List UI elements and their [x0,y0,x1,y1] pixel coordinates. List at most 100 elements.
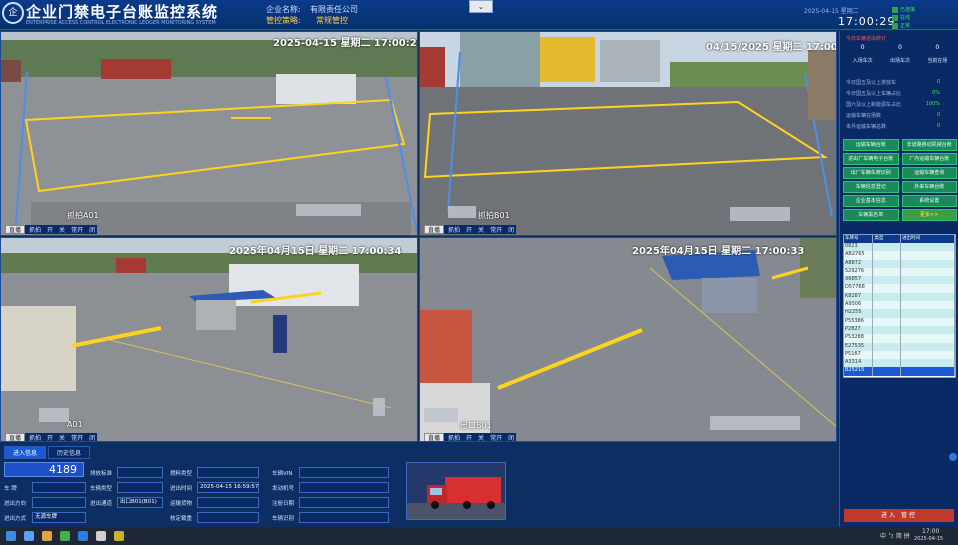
open-gate-button[interactable]: 开 [45,433,55,441]
capture-button[interactable]: 抓拍 [446,225,462,234]
shut-button[interactable]: 闭 [87,433,97,441]
table-cell: P55386 [844,317,874,326]
keep-open-button[interactable]: 常开 [488,225,504,234]
camera-feed-2[interactable]: 04/15/2025 星期二 17:00:35 抓拍B01 直播 抓拍 开 关 … [419,31,837,236]
cargo-field [197,497,259,508]
open-gate-button[interactable]: 开 [464,225,474,234]
table-row[interactable]: P5167 [844,350,956,360]
close-gate-button[interactable]: 关 [476,225,486,234]
count-present: 0 当前在场 [919,44,956,64]
table-cell [901,276,956,285]
shut-button[interactable]: 闭 [506,433,516,441]
table-row[interactable]: X6857 [844,276,956,285]
table-header: 车牌号 类型 进出时间 [844,235,956,243]
more-button[interactable]: 更多>> [901,209,957,221]
stat-value: 0 [936,112,940,118]
table-cell [901,243,956,252]
capture-button[interactable]: 抓拍 [446,433,462,441]
open-gate-button[interactable]: 开 [464,433,474,441]
table-row[interactable]: A9506 [844,301,956,310]
table-row[interactable]: H2255 [844,309,956,318]
mode-value[interactable]: 常规管控 [316,15,348,26]
app-icon[interactable] [78,531,88,541]
table-cell: K8287 [844,292,874,302]
vehicle-register-button[interactable]: 车辆信息登记 [843,181,899,193]
table-row[interactable]: A8872 [844,259,956,268]
stat-label: 运输车辆在场数 [846,113,882,119]
keep-open-button[interactable]: 常开 [69,225,85,234]
table-row[interactable]: P53288 [844,334,956,343]
status-icon [892,14,898,21]
tray-input-method[interactable]: 中 ㄅ 简 拼 [880,531,910,540]
table-row[interactable]: 0823 [844,243,956,252]
close-gate-button[interactable]: 关 [57,433,67,441]
tab-entry-info[interactable]: 进入信息 [4,446,47,459]
company-info-button[interactable]: 企业基本信息 [843,195,899,207]
shut-button[interactable]: 闭 [87,225,97,234]
vehicle-snapshot[interactable] [406,462,506,520]
clock-display: 17:00:29 [838,15,896,28]
folder-icon[interactable] [42,531,52,541]
table-row[interactable]: P55386 [844,317,956,326]
truck-image [407,463,505,519]
table-cell: 529276 [844,267,874,277]
camera-feed-4[interactable]: 2025年04月15日 星期二 17:00:33 出口B01 直播 抓拍 开 关… [419,237,837,442]
transport-ledger-button[interactable]: 运输车辆台账 [843,139,899,151]
capture-button[interactable]: 抓拍 [27,225,43,234]
live-tag[interactable]: 直播 [5,433,26,441]
status-icon [892,22,898,29]
stat-label: 今日国五及以上车辆占比 [846,91,902,97]
chrome-icon[interactable] [60,531,70,541]
settings-button[interactable]: 系统设置 [901,195,957,207]
settings-icon[interactable] [96,531,106,541]
table-row[interactable]: B25215 [844,367,956,376]
plate-recognition-button[interactable]: 出厂车辆车牌识别 [843,167,899,179]
camera-4-label: 出口B01 [460,421,492,430]
close-gate-button[interactable]: 关 [57,225,67,234]
table-row[interactable]: E27535 [844,342,956,351]
table-cell [873,267,901,277]
in-plant-ledger-button[interactable]: 厂内运输车辆台账 [901,153,957,165]
camera-feed-3[interactable]: 2025年04月15日 星期二 17:00:34 A01 直播 抓拍 开 关 常… [0,237,418,442]
close-gate-button[interactable]: 关 [476,433,486,441]
redacted-region [296,204,361,216]
keep-open-button[interactable]: 常开 [488,433,504,441]
machinery-ledger-button[interactable]: 非道路移动机械台账 [901,139,957,151]
entry-exit-ledger-button[interactable]: 进出厂车辆电子台账 [843,153,899,165]
browser-icon[interactable] [24,531,34,541]
keep-open-button[interactable]: 常开 [69,433,85,441]
table-cell [873,317,901,326]
shut-button[interactable]: 闭 [506,225,516,234]
start-icon[interactable] [6,531,16,541]
table-row[interactable]: P2827 [844,325,956,335]
table-cell [901,317,956,326]
app-window: 企 企业门禁电子台账监控系统 ENTERPRISE ACCESS CONTROL… [0,0,958,545]
table-row[interactable]: A3314 [844,359,956,368]
camera-4-timestamp: 2025年04月15日 星期二 17:00:33 [632,246,805,257]
tray-date: 2025-04-15 [914,536,944,542]
capture-button[interactable]: 抓拍 [27,433,43,441]
open-gate-button[interactable]: 开 [45,225,55,234]
live-tag[interactable]: 直播 [424,433,445,441]
live-tag[interactable]: 直播 [424,225,445,234]
blacklist-button[interactable]: 车辆黑名单 [843,209,899,221]
stat-value: 0% [932,90,940,96]
table-row[interactable]: K8287 [844,292,956,302]
live-tag[interactable]: 直播 [5,225,26,234]
table-row[interactable]: D57768 [844,284,956,293]
monitor-app-icon[interactable] [114,531,124,541]
table-row[interactable]: AB2765 [844,251,956,260]
camera-feed-1[interactable]: 2025-04-15 星期二 17:00:29 抓拍A01 直播 抓拍 开 关 … [0,31,418,236]
transport-query-button[interactable]: 运输车辆查询 [901,167,957,179]
camera-3-label: A01 [67,420,83,429]
channel-field: 出口B01(B01) [117,497,163,508]
chevron-down-icon[interactable]: ⌄ [469,0,493,13]
table-cell [873,359,901,368]
scroll-icon[interactable] [949,453,957,461]
control-button[interactable]: 进入 管控 [844,509,954,522]
tab-history[interactable]: 历史信息 [48,446,91,459]
table-cell: A8872 [844,259,874,268]
field-label: 车辆类型 [90,486,113,492]
table-row[interactable]: 529276 [844,267,956,277]
external-ledger-button[interactable]: 外来车辆台账 [901,181,957,193]
